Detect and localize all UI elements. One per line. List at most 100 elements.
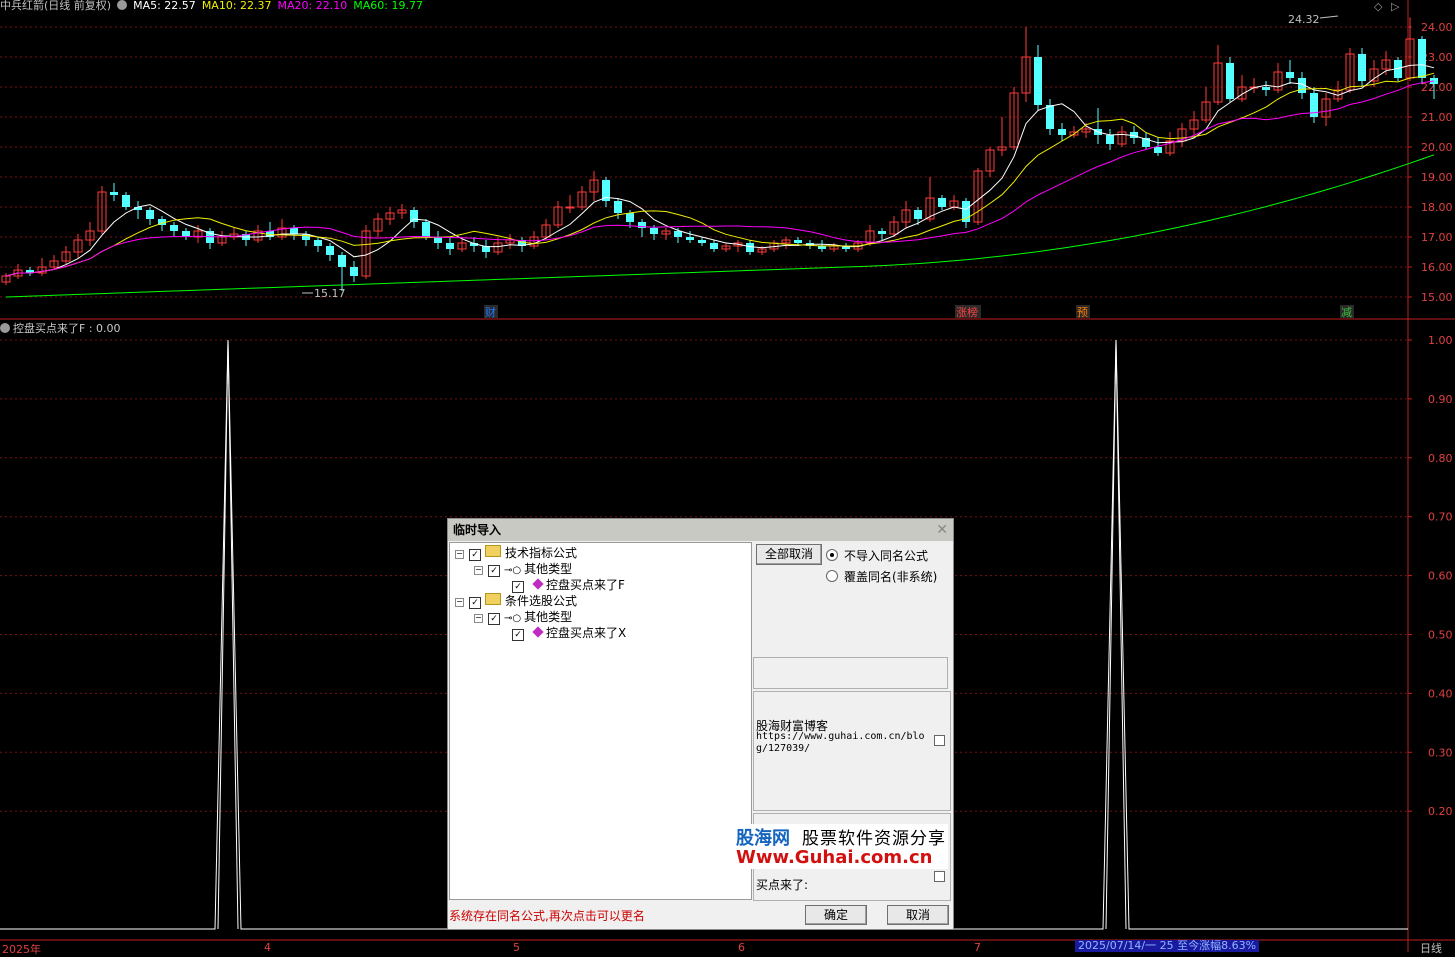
checkbox[interactable]: ✓ — [469, 597, 481, 609]
radio-overwrite[interactable]: 覆盖同名(非系统) — [826, 568, 937, 585]
candle-body — [1358, 54, 1366, 81]
indicator-tick-label: 0.80 — [1428, 452, 1453, 465]
dialog-title: 临时导入 — [453, 523, 502, 537]
price-tick-label: 21.00 — [1421, 111, 1453, 124]
tree-node-other-type[interactable]: − ✓ ⊸○ 其他类型 — [474, 609, 572, 625]
candle-body — [122, 195, 130, 207]
candle-body — [686, 237, 694, 240]
indicator-tick-label: 0.20 — [1428, 805, 1453, 818]
candle-body — [410, 210, 418, 222]
tree-node-stock-selection[interactable]: − ✓ 条件选股公式 — [455, 593, 577, 609]
x-tick-label: 6 — [738, 941, 745, 954]
tree-node-tech-indicator[interactable]: − ✓ 技术指标公式 — [455, 545, 577, 561]
ma10-label: MA10: 22.37 — [201, 0, 272, 12]
radio-dot[interactable] — [826, 570, 838, 582]
low-marker-label: 15.17 — [314, 287, 346, 300]
candle-body — [878, 231, 886, 234]
radio-label: 不导入同名公式 — [844, 549, 929, 563]
candle-body — [1154, 147, 1162, 153]
folder-icon — [485, 593, 501, 605]
candle-body — [1034, 57, 1042, 105]
event-marker: 减 — [1341, 306, 1352, 319]
error-message: 系统存在同名公式,再次点击可以更名 — [449, 909, 645, 923]
formula-text: 买点来了: — [756, 878, 809, 892]
candle-body — [1286, 72, 1294, 78]
candle-body — [338, 255, 346, 267]
x-tick-label: 2025年 — [2, 943, 41, 956]
scroll-indicator[interactable] — [934, 735, 945, 746]
checkbox[interactable]: ✓ — [488, 565, 500, 577]
candle-body — [710, 243, 718, 249]
chevron-down-icon[interactable] — [117, 0, 128, 10]
info-panel — [753, 657, 948, 689]
candle-body — [434, 237, 442, 243]
indicator-tick-label: 0.70 — [1428, 511, 1453, 524]
indicator-tick-label: 0.60 — [1428, 570, 1453, 583]
checkbox[interactable]: ✓ — [512, 581, 524, 593]
cancel-button[interactable]: 取消 — [887, 905, 949, 925]
ok-button[interactable]: 确定 — [805, 905, 867, 925]
candle-body — [422, 222, 430, 237]
dialog-titlebar[interactable]: 临时导入 ✕ — [448, 519, 953, 541]
close-icon[interactable]: ✕ — [936, 519, 948, 541]
checkbox[interactable]: ✓ — [488, 613, 500, 625]
tree-node-other-type[interactable]: − ✓ ⊸○ 其他类型 — [474, 561, 572, 577]
candle-body — [1046, 105, 1054, 129]
formula-tree[interactable]: − ✓ 技术指标公式 − ✓ ⊸○ 其他类型 ✓ 控盘买点来了F − ✓ 条件选股公式 − ✓ ⊸○… — [449, 542, 752, 900]
candle-body — [1106, 135, 1114, 144]
ma20-label: MA20: 22.10 — [277, 0, 348, 12]
candle-body — [794, 240, 802, 243]
collapse-icon[interactable]: − — [455, 550, 464, 559]
tree-node-formula-f[interactable]: ✓ 控盘买点来了F — [512, 577, 625, 593]
indicator-tick-label: 0.90 — [1428, 393, 1453, 406]
price-tick-label: 17.00 — [1421, 231, 1453, 244]
tree-node-formula-x[interactable]: ✓ 控盘买点来了X — [512, 625, 626, 641]
price-tick-label: 24.00 — [1421, 21, 1453, 34]
price-tick-label: 15.00 — [1421, 291, 1453, 304]
event-marker: 预 — [1077, 306, 1088, 319]
x-tick-label: 7 — [974, 941, 981, 954]
price-chart-header: 中兵红箭(日线 前复权) MA5: 22.57 MA10: 22.37 MA20: 2… — [0, 0, 429, 13]
formula-icon — [532, 626, 544, 638]
collapse-icon[interactable]: − — [455, 598, 464, 607]
diamond-icon: ◇ — [1374, 0, 1383, 13]
checkbox[interactable]: ✓ — [512, 629, 524, 641]
candle-body — [350, 267, 358, 276]
indicator-tick-label: 0.40 — [1428, 687, 1453, 700]
cancel-all-button[interactable]: 全部取消 — [756, 544, 822, 565]
high-marker-label: 24.32 — [1288, 13, 1320, 26]
watermark-banner: 股海网 股票软件资源分享 Www.Guhai.com.cn — [734, 824, 948, 869]
blog-url[interactable]: https://www.guhai.com.cn/blog/127039/ — [756, 731, 932, 755]
candle-body — [1418, 39, 1426, 78]
indicator-tick-label: 0.30 — [1428, 746, 1453, 759]
radio-dot[interactable] — [826, 549, 838, 561]
candle-body — [314, 240, 322, 246]
indicator-tick-label: 0.50 — [1428, 629, 1453, 642]
collapse-icon[interactable]: − — [474, 614, 483, 623]
tree-label: 控盘买点来了X — [546, 626, 627, 640]
price-tick-label: 19.00 — [1421, 171, 1453, 184]
status-readout: 2025/07/14/一 25 至今涨幅8.63% — [1075, 940, 1260, 952]
candle-body — [626, 213, 634, 222]
scroll-indicator[interactable] — [934, 871, 945, 882]
candle-body — [1226, 63, 1234, 99]
candle-body — [146, 210, 154, 219]
price-tick-label: 18.00 — [1421, 201, 1453, 214]
checkbox[interactable]: ✓ — [469, 549, 481, 561]
tree-label: 控盘买点来了F — [546, 578, 625, 592]
collapse-icon[interactable]: − — [474, 566, 483, 575]
stock-title: 中兵红箭(日线 前复权) — [0, 0, 112, 12]
candle-body — [674, 231, 682, 237]
candle-body — [938, 198, 946, 207]
candle-body — [110, 192, 118, 195]
x-tick-label: 4 — [264, 941, 271, 954]
watermark-slogan: 股票软件资源分享 — [802, 829, 946, 849]
chevron-down-icon[interactable] — [0, 323, 10, 333]
radio-no-import[interactable]: 不导入同名公式 — [826, 547, 928, 564]
candle-body — [170, 225, 178, 231]
indicator-header: 控盘买点来了F : 0.00 — [0, 320, 121, 336]
candle-body — [914, 210, 922, 219]
candle-body — [614, 201, 622, 213]
period-label[interactable]: 日线 — [1420, 940, 1442, 956]
high-marker-arrow — [1319, 15, 1339, 19]
